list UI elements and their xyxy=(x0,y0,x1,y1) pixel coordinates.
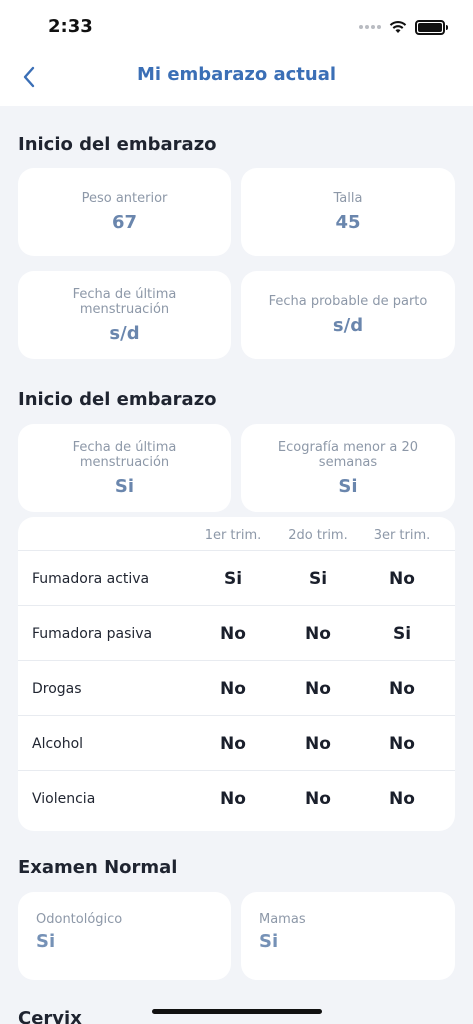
habits-table: 1er trim. 2do trim. 3er trim. Fumadora a… xyxy=(18,517,455,831)
header: 2:33 Mi embarazo actual xyxy=(0,0,473,106)
row-value: No xyxy=(220,788,246,809)
card-value: Si xyxy=(338,475,358,497)
card-label: Ecografía menor a 20 semanas xyxy=(277,439,419,470)
row-value: No xyxy=(389,788,415,809)
table-header-trim-3: 3er trim. xyxy=(373,528,431,543)
card-ecografia: Ecografía menor a 20 semanas Si xyxy=(241,424,455,512)
card-value: s/d xyxy=(109,322,140,344)
row-value: No xyxy=(220,678,246,699)
row-value: Si xyxy=(308,568,328,589)
card-value: Si xyxy=(36,931,56,952)
row-value: No xyxy=(220,733,246,754)
card-peso-anterior: Peso anterior 67 xyxy=(18,168,231,256)
section-title-examen: Examen Normal xyxy=(18,857,178,878)
card-label: Peso anterior xyxy=(81,191,168,206)
card-value: 45 xyxy=(335,212,361,233)
row-value: No xyxy=(220,623,246,644)
card-value: 67 xyxy=(111,212,138,233)
table-header-trim-2: 2do trim. xyxy=(288,528,348,543)
row-label: Drogas xyxy=(32,680,82,697)
section-title-cervix: Cervix xyxy=(18,1008,82,1024)
table-row: Fumadora activa Si Si No xyxy=(18,550,455,605)
row-label: Violencia xyxy=(32,790,96,807)
card-odontologico: Odontológico Si xyxy=(18,892,231,980)
table-header-trim-1: 1er trim. xyxy=(204,528,262,543)
table-row: Drogas No No No xyxy=(18,660,455,715)
card-fpp: Fecha probable de parto s/d xyxy=(241,271,455,359)
card-talla: Talla 45 xyxy=(241,168,455,256)
card-value: Si xyxy=(259,931,279,952)
signal-icon xyxy=(359,25,381,29)
card-mamas: Mamas Si xyxy=(241,892,455,980)
row-value: No xyxy=(305,733,331,754)
card-value: Si xyxy=(114,475,135,497)
wifi-icon xyxy=(389,21,407,33)
section-title-inicio: Inicio del embarazo xyxy=(18,134,217,155)
card-label: Mamas xyxy=(259,912,306,927)
card-label: Fecha de última menstruación xyxy=(72,439,177,470)
home-indicator[interactable] xyxy=(152,1009,322,1014)
status-icons xyxy=(359,18,448,36)
battery-icon xyxy=(415,19,448,35)
page-title: Mi embarazo actual xyxy=(136,64,337,85)
card-label: Talla xyxy=(333,191,363,206)
section-title-inicio-2: Inicio del embarazo xyxy=(18,389,217,410)
row-value: No xyxy=(389,568,415,589)
row-label: Fumadora activa xyxy=(32,570,150,587)
row-value: No xyxy=(305,678,331,699)
row-value: No xyxy=(389,678,415,699)
row-value: Si xyxy=(223,568,243,589)
card-fum: Fecha de última menstruación s/d xyxy=(18,271,231,359)
card-value: s/d xyxy=(332,315,364,336)
table-row: Fumadora pasiva No No Si xyxy=(18,605,455,660)
row-value: No xyxy=(305,623,331,644)
card-label: Odontológico xyxy=(36,912,123,927)
card-label: Fecha probable de parto xyxy=(268,294,428,309)
row-label: Fumadora pasiva xyxy=(32,625,153,642)
card-fum-2: Fecha de última menstruación Si xyxy=(18,424,231,512)
row-value: No xyxy=(305,788,331,809)
row-value: No xyxy=(389,733,415,754)
table-row: Alcohol No No No xyxy=(18,715,455,770)
card-label: Fecha de última menstruación xyxy=(72,286,177,317)
table-row: Violencia No No No xyxy=(18,770,455,825)
row-value: Si xyxy=(392,623,412,644)
status-time: 2:33 xyxy=(48,16,93,37)
row-label: Alcohol xyxy=(32,735,84,752)
